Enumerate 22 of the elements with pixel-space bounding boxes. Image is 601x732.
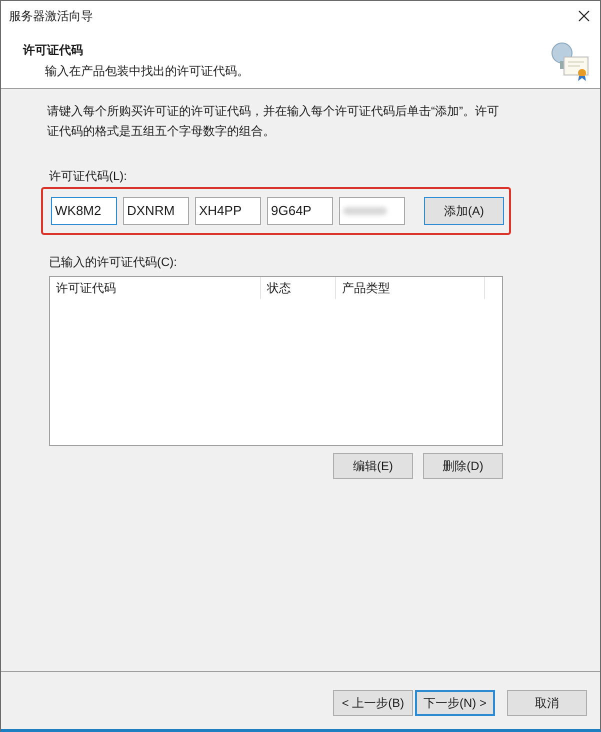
key-field[interactable]: XH4PP [195, 197, 261, 225]
key-field[interactable]: 9G64P [267, 197, 333, 225]
key-field[interactable]: DXNRM [123, 197, 189, 225]
list-action-button[interactable]: 编辑(E) [333, 453, 413, 479]
page-title: 许可证代码 [23, 42, 84, 59]
wizard-button[interactable]: < 上一步(B) [333, 690, 413, 716]
page-subtitle: 输入在产品包装中找出的许可证代码。 [44, 63, 249, 80]
wizard-button[interactable]: 取消 [507, 690, 587, 716]
wizard-button[interactable]: 下一步(N) > [415, 690, 495, 716]
list-action-button[interactable]: 删除(D) [423, 453, 503, 479]
field-label: 许可证代码(L): [49, 168, 128, 185]
key-field[interactable] [339, 197, 405, 225]
key-field[interactable]: WK8M2 [51, 197, 117, 225]
window-title: 服务器激活向导 [9, 8, 93, 25]
close-icon[interactable] [578, 10, 590, 22]
list-label: 已输入的许可证代码(C): [49, 254, 178, 271]
add-button[interactable]: 添加(A) [424, 197, 504, 225]
instruction-text: 请键入每个所购买许可证的许可证代码，并在输入每个许可证代码后单击“添加”。许可证代码的格式是五组五个字母数字的组合。 [47, 103, 500, 140]
column-header[interactable]: 产品类型 [336, 277, 485, 299]
certificate-icon [550, 41, 590, 81]
column-header[interactable]: 许可证代码 [50, 277, 261, 299]
column-header[interactable]: 状态 [261, 277, 336, 299]
